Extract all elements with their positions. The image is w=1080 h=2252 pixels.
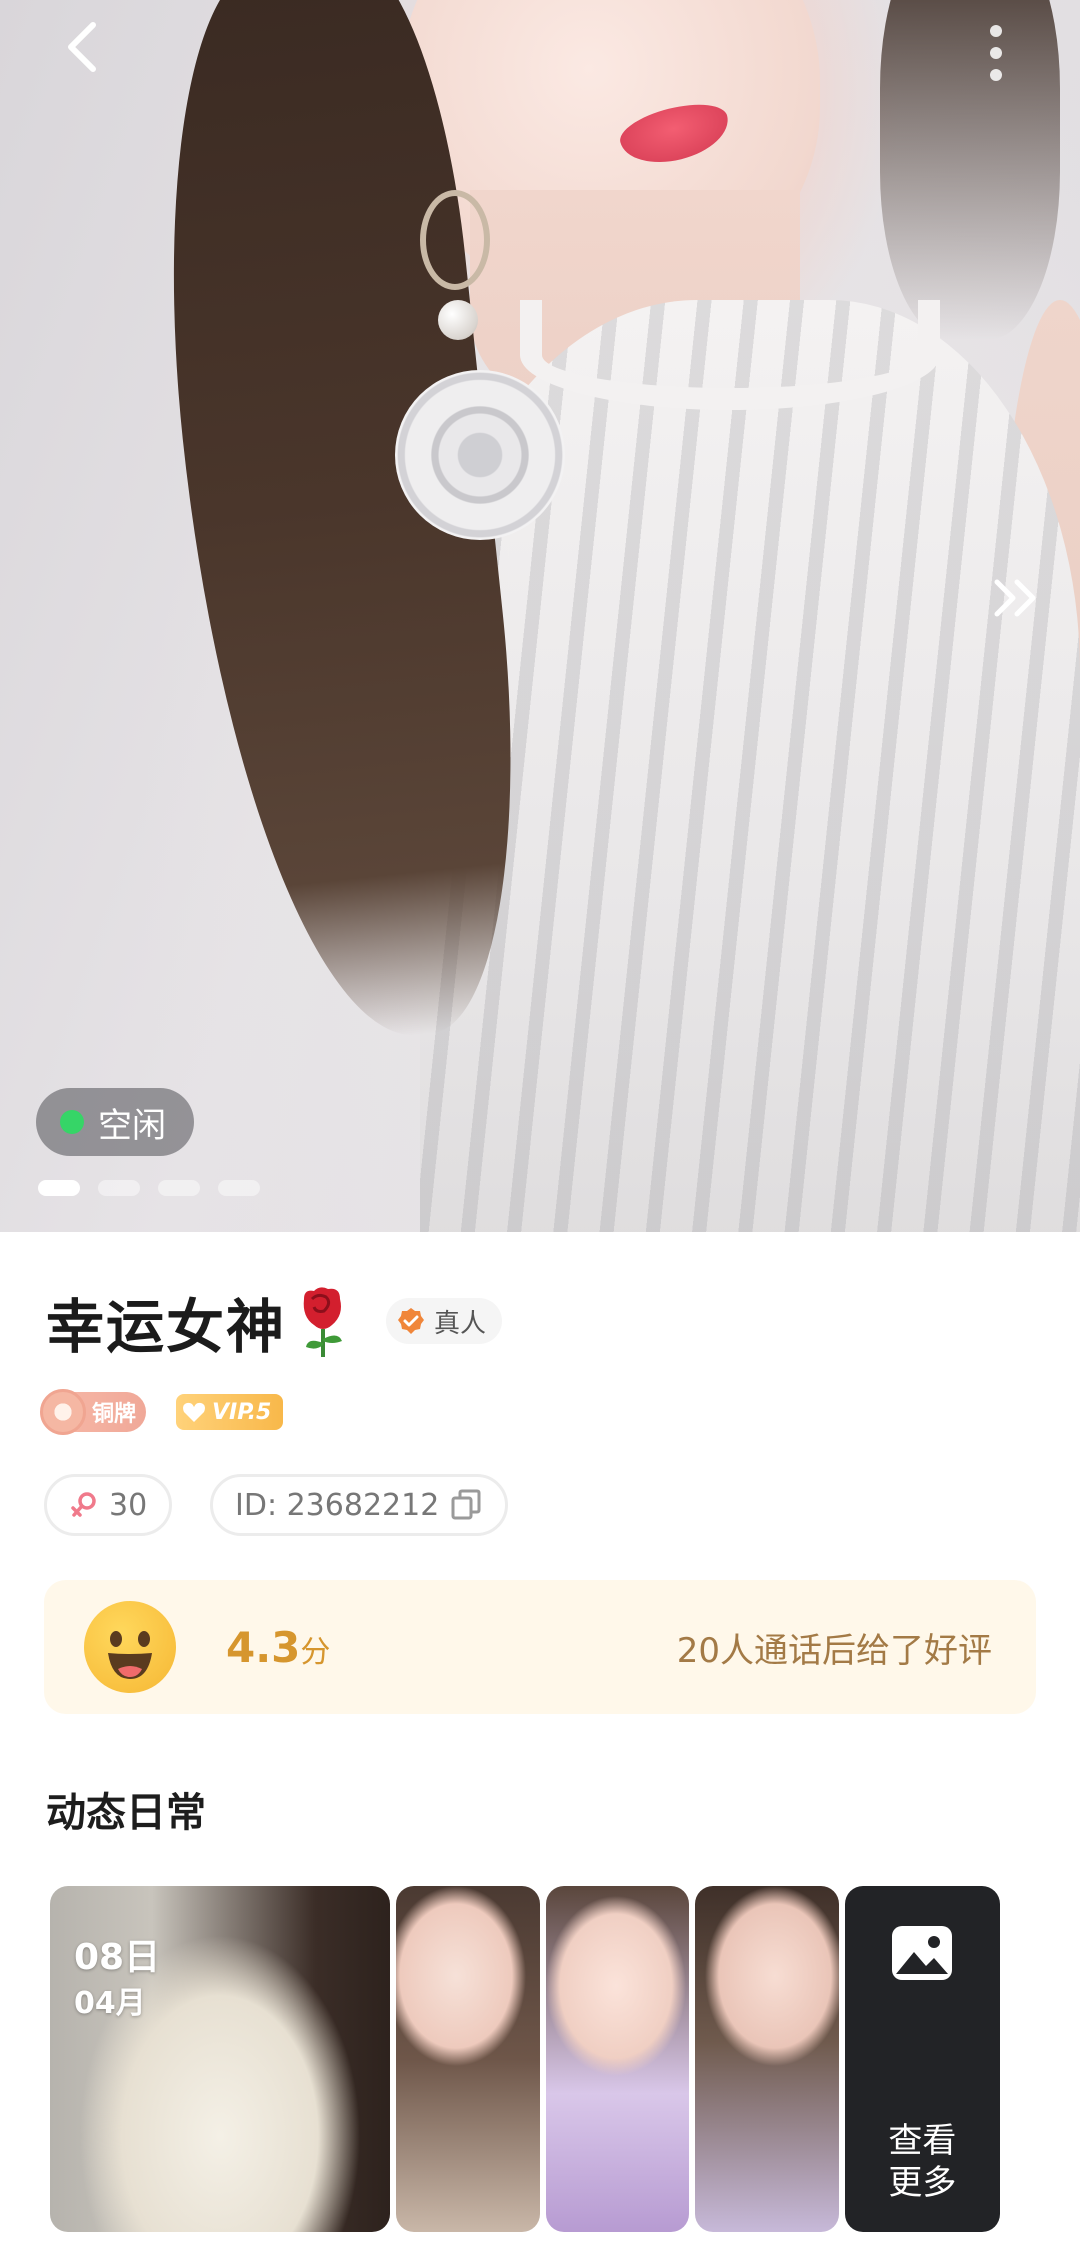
rose-icon <box>303 1287 343 1357</box>
smiley-face-icon <box>84 1601 176 1693</box>
double-chevron-right-icon <box>994 579 1036 617</box>
more-vertical-icon <box>990 47 1002 59</box>
medal-label: 铜牌 <box>92 1402 137 1427</box>
moment-date-month: 04月 <box>74 1986 146 2021</box>
more-options-button[interactable] <box>966 18 1026 88</box>
view-more-label: 查看更多 <box>888 2121 957 2203</box>
back-button[interactable] <box>48 12 118 82</box>
rating-card: 4.3分 20人通话后给了好评 <box>44 1580 1036 1714</box>
online-status-badge: 空闲 <box>36 1088 194 1156</box>
carousel-dot[interactable] <box>158 1180 200 1196</box>
moment-thumbnail[interactable] <box>695 1886 839 2232</box>
verified-label: 真人 <box>434 1308 487 1339</box>
more-vertical-icon <box>990 69 1002 81</box>
score-unit: 分 <box>300 1634 331 1670</box>
moments-gallery: 08日 04月 查看更多 <box>50 1886 1000 2232</box>
photo-detail <box>420 190 490 290</box>
carousel-dot[interactable] <box>98 1180 140 1196</box>
bronze-medal-badge[interactable]: 铜牌 <box>40 1389 147 1435</box>
image-icon <box>892 1926 953 1980</box>
moments-section-title: 动态日常 <box>46 1790 206 1836</box>
rating-score: 4.3分 <box>226 1623 330 1672</box>
chevron-left-icon <box>68 22 96 72</box>
age-value: 30 <box>109 1487 148 1523</box>
photo-detail <box>520 300 940 410</box>
female-icon <box>71 1492 96 1517</box>
verified-badge: 真人 <box>386 1298 503 1344</box>
moment-date-day: 08日 <box>74 1937 161 1978</box>
next-photo-button[interactable] <box>982 568 1052 628</box>
name-row: 幸运女神 <box>46 1280 352 1364</box>
copy-icon[interactable] <box>449 1488 483 1522</box>
moment-thumbnail[interactable] <box>396 1886 540 2232</box>
gender-age-chip: 30 <box>44 1474 173 1536</box>
score-value: 4.3 <box>226 1622 301 1672</box>
moment-thumbnail[interactable] <box>545 1886 690 2232</box>
user-id-text: ID: 23682212 <box>235 1487 440 1523</box>
photo-detail <box>438 300 478 340</box>
profile-photo-carousel[interactable]: 空闲 <box>0 0 1080 1232</box>
photo-detail <box>395 370 565 540</box>
carousel-indicator <box>38 1180 260 1196</box>
status-dot <box>60 1110 84 1134</box>
badges-row: 铜牌 VIP.5 <box>40 1389 284 1435</box>
carousel-dot[interactable] <box>218 1180 260 1196</box>
view-more-moments-button[interactable]: 查看更多 <box>844 1886 1000 2232</box>
profile-name: 幸运女神 <box>46 1293 287 1361</box>
verified-check-icon <box>398 1308 424 1334</box>
vip-level-badge[interactable]: VIP.5 <box>176 1394 284 1430</box>
more-vertical-icon <box>990 25 1002 37</box>
review-summary: 20人通话后给了好评 <box>676 1630 992 1671</box>
heart-icon <box>183 1402 206 1422</box>
carousel-dot[interactable] <box>38 1180 80 1196</box>
user-id-chip[interactable]: ID: 23682212 <box>210 1474 509 1536</box>
moment-thumbnail[interactable]: 08日 04月 <box>50 1886 391 2232</box>
medal-icon <box>40 1389 86 1435</box>
status-label: 空闲 <box>98 1105 166 1146</box>
vip-label: VIP.5 <box>212 1399 272 1425</box>
